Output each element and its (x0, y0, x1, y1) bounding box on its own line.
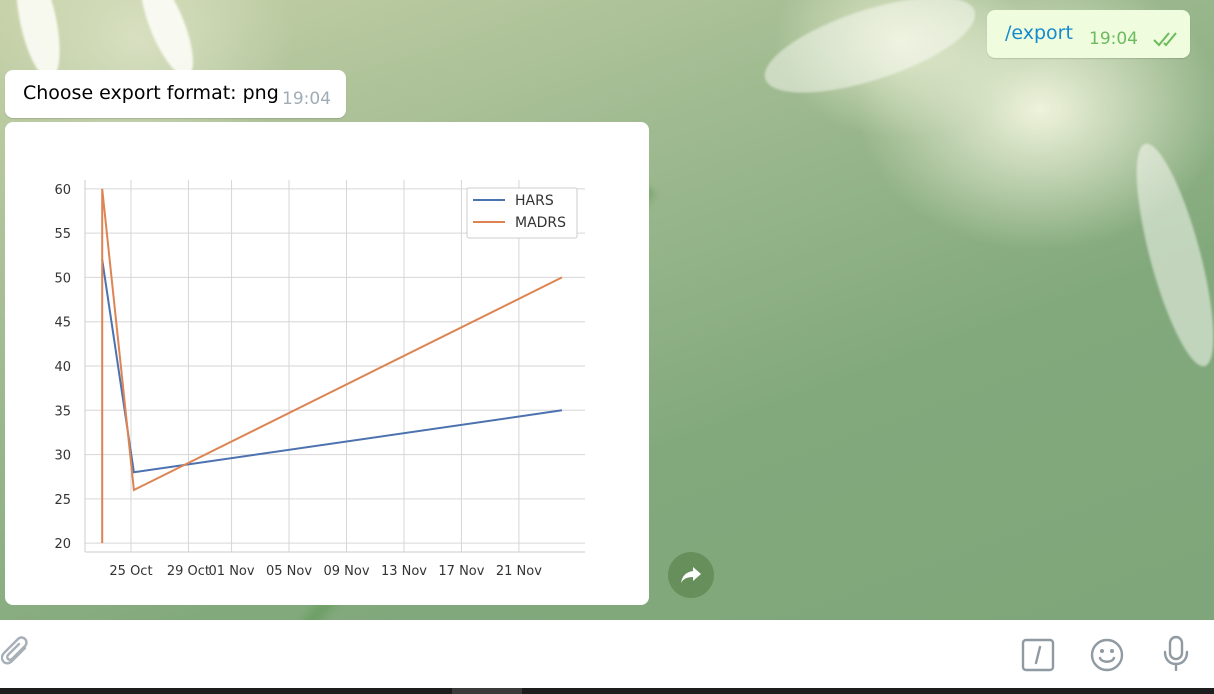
paperclip-icon (1, 636, 28, 665)
y-tick-label: 25 (54, 493, 71, 508)
double-check-icon (1153, 32, 1177, 47)
taskbar-item (452, 688, 522, 694)
x-tick-label: 29 Oct (167, 564, 210, 579)
x-tick-label: 09 Nov (323, 564, 369, 579)
y-tick-label: 20 (54, 537, 71, 552)
x-tick-label: 13 Nov (381, 564, 427, 579)
x-tick-label: 25 Oct (109, 564, 152, 579)
y-tick-label: 60 (54, 183, 71, 198)
daisy-petal (754, 0, 986, 113)
y-tick-label: 55 (54, 227, 71, 242)
slash-command-icon (1021, 638, 1055, 672)
y-tick-label: 50 (54, 271, 71, 286)
y-tick-label: 40 (54, 360, 71, 375)
commands-button[interactable] (1020, 637, 1056, 673)
message-text: /export (1005, 22, 1073, 44)
share-arrow-icon (681, 567, 701, 583)
daisy-petal (1121, 137, 1214, 373)
line-chart: 20 25 30 35 40 45 50 55 60 25 Oct 29 Oct01 Nov 05 … (54, 180, 585, 579)
incoming-message[interactable]: Choose export format: png 19:04 (5, 70, 346, 118)
message-time: 19:04 (282, 89, 331, 109)
y-tick-label: 30 (54, 449, 71, 464)
emoji-button[interactable] (1088, 636, 1126, 674)
taskbar (0, 688, 1214, 694)
smiley-icon (1090, 638, 1124, 672)
y-tick-label: 35 (54, 404, 71, 419)
message-text: Choose export format: png (23, 82, 279, 104)
legend-label: MADRS (515, 215, 566, 231)
x-tick-label: 05 Nov (266, 564, 312, 579)
microphone-icon (1163, 635, 1189, 672)
share-button[interactable] (668, 552, 714, 598)
y-tick-label: 45 (54, 316, 71, 331)
voice-button[interactable] (1158, 634, 1194, 674)
attach-button[interactable] (0, 634, 32, 672)
x-tick-label: 01 Nov (209, 564, 255, 579)
chart-image-message[interactable]: 20 25 30 35 40 45 50 55 60 25 Oct 29 Oct 01 Nov 05 … (5, 122, 649, 605)
legend-label: HARS (515, 193, 554, 209)
message-time: 19:04 (1089, 29, 1138, 49)
x-tick-label: 21 Nov (496, 564, 542, 579)
x-tick-label: 17 Nov (438, 564, 484, 579)
outgoing-message[interactable]: /export 19:04 (987, 10, 1190, 58)
